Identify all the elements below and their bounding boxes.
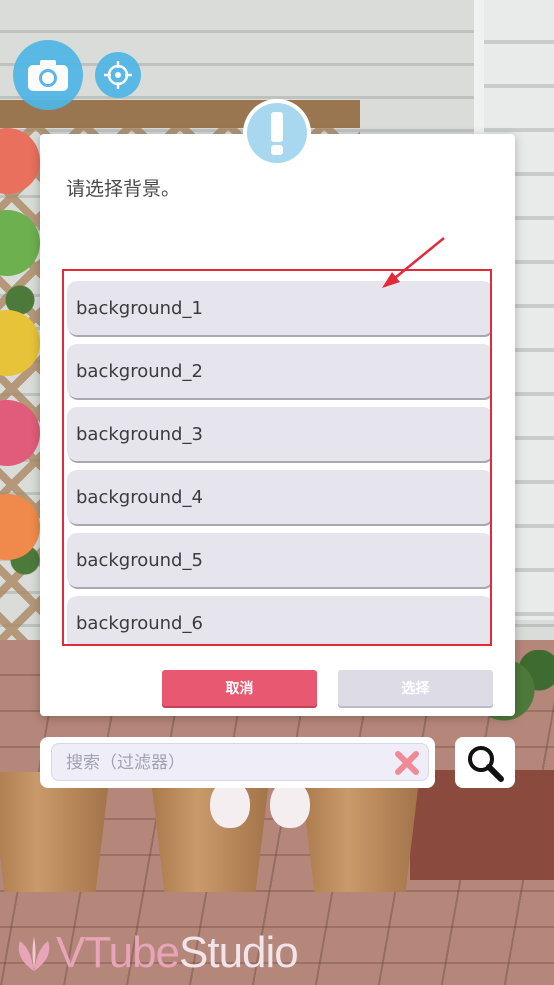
alert-badge (243, 99, 311, 167)
dialog-prompt: 请选择背景。 (66, 178, 181, 200)
search-icon (468, 745, 504, 782)
background-select-dialog: 请选择背景。 background_1 background_2 backgro… (40, 134, 515, 716)
camera-button[interactable] (13, 40, 83, 110)
search-input[interactable] (64, 744, 388, 782)
arrow-icon (382, 237, 445, 288)
search-bar (40, 737, 435, 788)
exclamation-icon (271, 112, 283, 155)
flower-pot (150, 772, 270, 892)
background-item[interactable]: background_3 (67, 407, 490, 461)
background-item[interactable]: background_5 (67, 533, 490, 587)
camera-icon (28, 60, 68, 91)
select-button[interactable]: 选择 (338, 670, 493, 706)
clear-icon[interactable] (392, 748, 422, 778)
crosshair-icon (104, 61, 132, 89)
background-item[interactable]: background_6 (67, 596, 490, 644)
logo-text-studio: Studio (179, 928, 299, 977)
background-item[interactable]: background_2 (67, 344, 490, 398)
flower-pot (300, 772, 420, 892)
background-item[interactable]: background_4 (67, 470, 490, 524)
background-list: background_1 background_2 background_3 b… (62, 269, 492, 646)
flower-pot (0, 772, 110, 892)
cancel-button[interactable]: 取消 (162, 670, 317, 706)
crosshair-button[interactable] (95, 52, 141, 98)
logo-text-vtube: VTube (56, 928, 180, 977)
search-field (51, 743, 429, 782)
vtube-studio-logo: VTube Studio (12, 928, 299, 978)
logo-icon (18, 937, 50, 971)
search-button[interactable] (455, 737, 515, 788)
